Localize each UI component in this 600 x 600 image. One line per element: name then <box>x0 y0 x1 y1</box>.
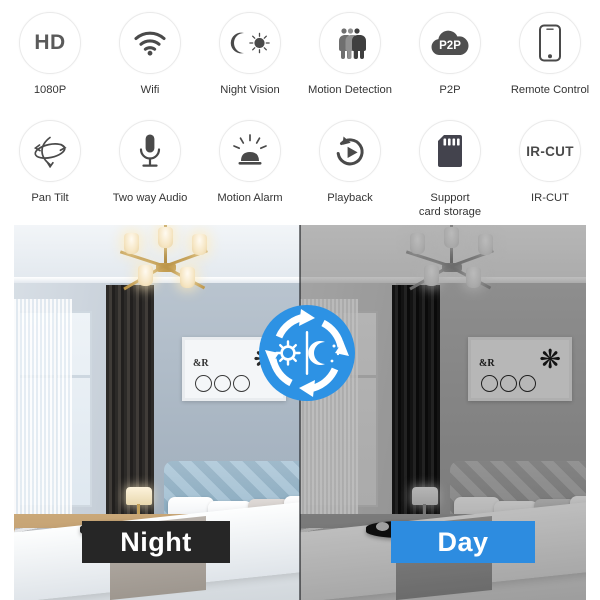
artwork-text: &R <box>193 358 209 369</box>
chandelier-bulb <box>180 267 195 288</box>
feature-label-motion-alarm: Motion Alarm <box>217 192 283 204</box>
chandelier-bulb <box>158 227 173 248</box>
chandelier-bulb <box>466 267 481 288</box>
feature-item-1080p[interactable]: HD 1080P <box>0 8 100 116</box>
table-lamp-shade <box>126 487 152 505</box>
feature-item-playback[interactable]: Playback <box>300 116 400 224</box>
walking-people-icon <box>319 12 381 74</box>
hd-icon: HD <box>19 12 81 74</box>
feature-label-pan-tilt: Pan Tilt <box>31 192 69 204</box>
feature-label-night-vision: Night Vision <box>220 84 280 96</box>
label-day-text: Day <box>437 526 489 557</box>
product-feature-infographic: HD 1080P Wifi Night Vision Motion Detect… <box>0 0 600 600</box>
chandelier-bulb <box>410 233 425 254</box>
chandelier-bulb <box>124 233 139 254</box>
chandelier-bulb <box>478 234 493 255</box>
feature-item-motion-alarm[interactable]: Motion Alarm <box>200 116 300 224</box>
artwork-rings <box>195 375 250 392</box>
feature-item-pan-tilt[interactable]: Pan Tilt <box>0 116 100 224</box>
artwork-rings <box>481 375 536 392</box>
feature-label-motion-detection: Motion Detection <box>308 84 392 96</box>
siren-icon <box>219 120 281 182</box>
moon-sun-icon <box>219 12 281 74</box>
chandelier-bulb <box>424 265 439 286</box>
feature-item-night-vision[interactable]: Night Vision <box>200 8 300 116</box>
feature-label-1080p: 1080P <box>33 84 67 96</box>
label-night-text: Night <box>120 526 192 557</box>
feature-item-wifi[interactable]: Wifi <box>100 8 200 116</box>
feature-row-2: Pan Tilt Two way Audio Motion Alarm Play… <box>0 116 600 224</box>
feature-row-1: HD 1080P Wifi Night Vision Motion Detect… <box>0 8 600 116</box>
feature-label-ir-cut: IR-CUT <box>531 192 569 204</box>
day-night-switch-badge[interactable] <box>257 303 357 403</box>
feature-label-card-storage: Support card storage <box>418 192 482 218</box>
artwork-text: &R <box>479 358 495 369</box>
chandelier <box>110 225 222 301</box>
pan-tilt-icon <box>19 120 81 182</box>
feature-item-remote-control[interactable]: Remote Control <box>500 8 600 116</box>
panel-divider <box>299 225 301 600</box>
rewind-play-icon <box>319 120 381 182</box>
ir-cut-icon-label: IR-CUT <box>526 143 574 159</box>
smartphone-icon <box>519 12 581 74</box>
feature-label-two-way-audio: Two way Audio <box>112 192 188 204</box>
cloud-p2p-icon: P2P <box>419 12 481 74</box>
feature-label-wifi: Wifi <box>140 84 160 96</box>
feature-label-playback: Playback <box>327 192 373 204</box>
feature-label-remote-control: Remote Control <box>510 84 590 96</box>
feature-icon-grid: HD 1080P Wifi Night Vision Motion Detect… <box>0 0 600 225</box>
framed-artwork: ❋ &R <box>468 337 572 401</box>
label-day: Day <box>391 521 535 563</box>
sd-card-icon <box>419 120 481 182</box>
sheer-curtain <box>14 299 72 534</box>
day-night-comparison-photo: ❋ &R <box>14 225 586 600</box>
chandelier-bulb <box>192 234 207 255</box>
feature-item-motion-detection[interactable]: Motion Detection <box>300 8 400 116</box>
microphone-icon <box>119 120 181 182</box>
feature-item-two-way-audio[interactable]: Two way Audio <box>100 116 200 224</box>
hd-icon-label: HD <box>34 31 66 54</box>
label-night: Night <box>82 521 230 563</box>
p2p-icon-label: P2P <box>439 40 461 52</box>
feature-item-ir-cut[interactable]: IR-CUT IR-CUT <box>500 116 600 224</box>
feature-item-card-storage[interactable]: Support card storage <box>400 116 500 224</box>
feature-label-p2p: P2P <box>439 84 461 96</box>
table-lamp-shade <box>412 487 438 505</box>
ir-cut-icon: IR-CUT <box>519 120 581 182</box>
coral-branch-art: ❋ <box>539 344 561 374</box>
feature-item-p2p[interactable]: P2P P2P <box>400 8 500 116</box>
chandelier-bulb <box>138 265 153 286</box>
chandelier-bulb <box>444 227 459 248</box>
wifi-icon <box>119 12 181 74</box>
chandelier <box>396 225 508 301</box>
tray-item <box>376 522 389 531</box>
